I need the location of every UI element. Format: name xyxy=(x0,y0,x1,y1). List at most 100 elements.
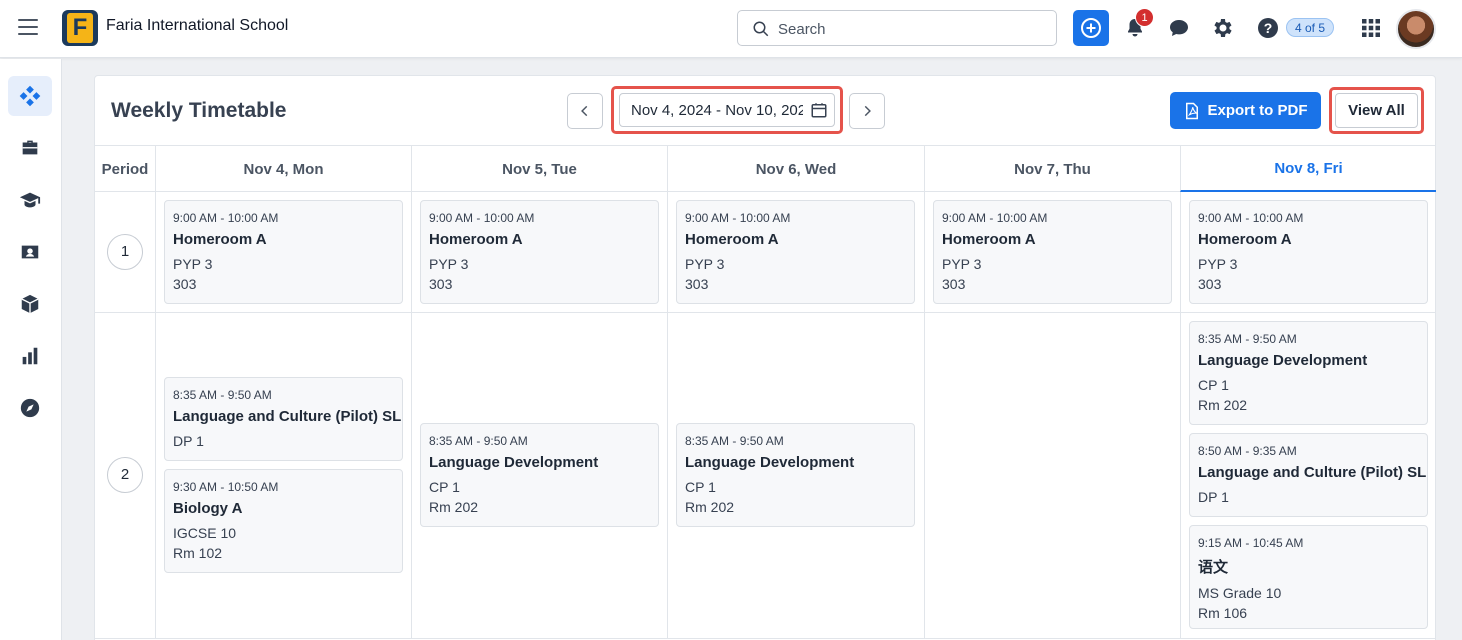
event-card[interactable]: 8:35 AM - 9:50 AM Language and Culture (… xyxy=(164,377,403,461)
timetable-card: Weekly Timetable Nov 4, 2024 - Nov 10, 2… xyxy=(94,75,1436,640)
event-detail: CP 1 xyxy=(1198,377,1229,393)
event-title: Homeroom A xyxy=(685,231,779,248)
day-header[interactable]: Nov 7, Thu xyxy=(924,146,1180,192)
chevron-left-icon xyxy=(581,105,588,117)
previous-week-button[interactable] xyxy=(567,93,603,129)
period-row: 1 9:00 AM - 10:00 AM Homeroom A PYP 3 30… xyxy=(95,192,1435,313)
event-detail: Rm 202 xyxy=(685,499,735,515)
event-detail: CP 1 xyxy=(685,479,716,495)
day-header[interactable]: Nov 4, Mon xyxy=(155,146,411,192)
event-card[interactable]: 8:50 AM - 9:35 AM Language and Culture (… xyxy=(1189,433,1428,517)
event-detail: Rm 202 xyxy=(1198,397,1248,413)
event-time: 9:00 AM - 10:00 AM xyxy=(685,211,791,225)
event-card[interactable]: 9:00 AM - 10:00 AM Homeroom A PYP 3 303 xyxy=(676,200,915,304)
sidebar-item-reports[interactable] xyxy=(8,336,52,376)
apps-grid-icon[interactable] xyxy=(1359,16,1383,40)
event-title: Homeroom A xyxy=(173,231,267,248)
event-detail: 303 xyxy=(173,276,197,292)
day-cell: 8:35 AM - 9:50 AM Language Development C… xyxy=(411,313,667,638)
event-card[interactable]: 9:00 AM - 10:00 AM Homeroom A PYP 3 303 xyxy=(1189,200,1428,304)
search-icon xyxy=(753,21,769,37)
day-cell: 8:35 AM - 9:50 AM Language Development C… xyxy=(1180,313,1436,638)
event-card[interactable]: 8:35 AM - 9:50 AM Language Development C… xyxy=(420,423,659,527)
day-cell: 8:35 AM - 9:50 AM Language Development C… xyxy=(667,313,924,638)
sidebar-item-dashboard[interactable] xyxy=(8,76,52,116)
event-title: Homeroom A xyxy=(429,231,523,248)
day-header[interactable]: Nov 6, Wed xyxy=(667,146,924,192)
cube-icon xyxy=(21,294,39,314)
event-detail: Rm 106 xyxy=(1198,605,1248,621)
event-card[interactable]: 9:15 AM - 10:45 AM 语文 MS Grade 10 Rm 106 xyxy=(1189,525,1428,629)
page-title: Weekly Timetable xyxy=(111,99,287,122)
event-card[interactable]: 9:00 AM - 10:00 AM Homeroom A PYP 3 303 xyxy=(164,200,403,304)
period-row: 2 8:35 AM - 9:50 AM Language and Culture… xyxy=(95,313,1435,639)
day-header[interactable]: Nov 5, Tue xyxy=(411,146,667,192)
export-pdf-button[interactable]: Export to PDF xyxy=(1170,92,1321,129)
event-detail: PYP 3 xyxy=(429,256,469,272)
export-label: Export to PDF xyxy=(1207,102,1308,119)
id-card-icon xyxy=(21,245,39,259)
event-detail: DP 1 xyxy=(173,433,204,449)
sidebar xyxy=(0,59,62,640)
graduation-cap-icon xyxy=(19,192,41,208)
notification-badge: 1 xyxy=(1135,8,1154,27)
sidebar-item-academics[interactable] xyxy=(8,180,52,220)
sidebar-item-briefcase[interactable] xyxy=(8,128,52,168)
day-header-today[interactable]: Nov 8, Fri xyxy=(1180,146,1436,192)
help-icon[interactable]: ? xyxy=(1256,16,1280,40)
search-box[interactable] xyxy=(737,10,1057,46)
event-time: 9:30 AM - 10:50 AM xyxy=(173,480,279,494)
event-detail: PYP 3 xyxy=(173,256,213,272)
event-detail: IGCSE 10 xyxy=(173,525,237,541)
dashboard-icon xyxy=(19,85,41,107)
event-time: 9:00 AM - 10:00 AM xyxy=(942,211,1048,225)
period-header: Period xyxy=(101,160,149,178)
school-logo[interactable]: F xyxy=(62,10,98,46)
event-title: Language Development xyxy=(429,454,599,471)
event-title: Homeroom A xyxy=(1198,231,1292,248)
event-time: 8:35 AM - 9:50 AM xyxy=(1198,332,1297,346)
menu-icon[interactable] xyxy=(18,19,38,37)
event-detail: 303 xyxy=(429,276,453,292)
event-title: Biology A xyxy=(173,500,243,517)
view-all-button[interactable]: View All xyxy=(1335,93,1418,128)
event-time: 8:50 AM - 9:35 AM xyxy=(1198,444,1297,458)
day-cell: 8:35 AM - 9:50 AM Language and Culture (… xyxy=(155,313,411,638)
day-cell: 9:00 AM - 10:00 AM Homeroom A PYP 3 303 xyxy=(924,192,1180,312)
page-count-badge[interactable]: 4 of 5 xyxy=(1286,18,1335,37)
next-week-button[interactable] xyxy=(849,93,885,129)
school-name[interactable]: Faria International School xyxy=(106,17,288,35)
timetable-grid: Period Nov 4, Mon Nov 5, Tue Nov 6, Wed … xyxy=(95,145,1436,639)
sidebar-item-explore[interactable] xyxy=(8,388,52,428)
sidebar-item-resources[interactable] xyxy=(8,284,52,324)
day-cell: 9:00 AM - 10:00 AM Homeroom A PYP 3 303 xyxy=(667,192,924,312)
event-detail: 303 xyxy=(1198,276,1222,292)
gear-icon[interactable] xyxy=(1211,16,1235,40)
event-time: 9:15 AM - 10:45 AM xyxy=(1198,536,1304,550)
event-card[interactable]: 8:35 AM - 9:50 AM Language Development C… xyxy=(1189,321,1428,425)
period-cell: 2 xyxy=(95,313,155,638)
chevron-right-icon xyxy=(864,105,871,117)
event-card[interactable]: 9:00 AM - 10:00 AM Homeroom A PYP 3 303 xyxy=(420,200,659,304)
calendar-icon[interactable] xyxy=(810,101,828,119)
day-header-row: Period Nov 4, Mon Nov 5, Tue Nov 6, Wed … xyxy=(95,146,1436,192)
date-range-highlight: Nov 4, 2024 - Nov 10, 2024 xyxy=(611,86,843,134)
add-button[interactable] xyxy=(1073,10,1109,46)
event-title: Language and Culture (Pilot) SL xyxy=(173,408,402,425)
avatar[interactable] xyxy=(1396,9,1436,49)
sidebar-item-students[interactable] xyxy=(8,232,52,272)
bar-chart-icon xyxy=(22,347,38,365)
day-cell-empty xyxy=(924,313,1180,638)
event-card[interactable]: 9:00 AM - 10:00 AM Homeroom A PYP 3 303 xyxy=(933,200,1172,304)
event-card[interactable]: 8:35 AM - 9:50 AM Language Development C… xyxy=(676,423,915,527)
event-card[interactable]: 9:30 AM - 10:50 AM Biology A IGCSE 10 Rm… xyxy=(164,469,403,573)
event-detail: PYP 3 xyxy=(1198,256,1238,272)
chat-icon[interactable] xyxy=(1167,16,1191,40)
event-time: 9:00 AM - 10:00 AM xyxy=(429,211,535,225)
briefcase-icon xyxy=(22,140,38,155)
date-range-picker[interactable]: Nov 4, 2024 - Nov 10, 2024 xyxy=(619,93,835,127)
top-bar: F Faria International School 1 ? 4 of 5 xyxy=(0,0,1462,58)
event-detail: Rm 102 xyxy=(173,545,223,561)
period-number: 2 xyxy=(107,457,143,493)
search-input[interactable] xyxy=(778,18,1038,40)
